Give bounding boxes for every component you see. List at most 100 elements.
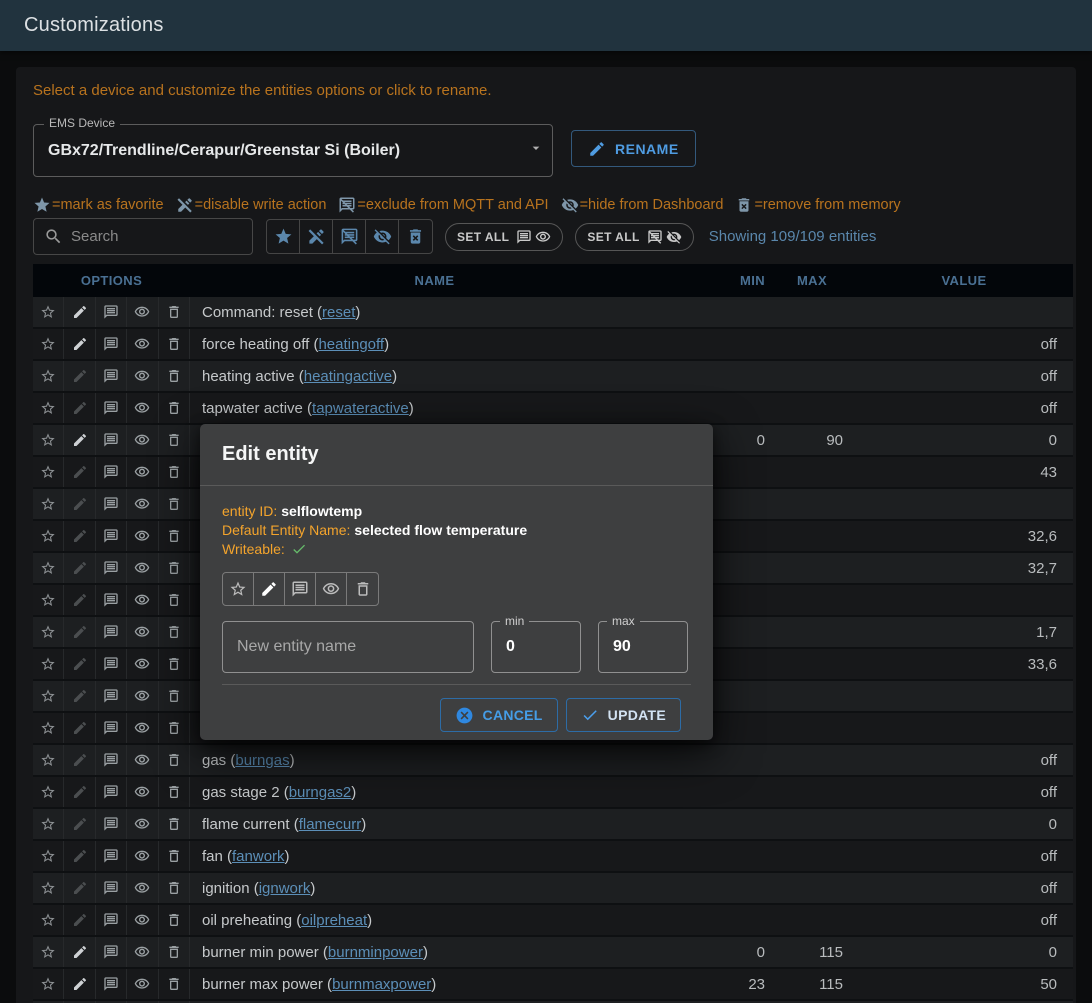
row-favorite-button[interactable] (33, 361, 64, 391)
table-row[interactable]: fan (fanwork)off (33, 841, 1073, 873)
row-delete-button[interactable] (159, 841, 190, 871)
row-visibility-button[interactable] (127, 649, 158, 679)
row-edit-button[interactable] (64, 297, 95, 327)
table-row[interactable]: gas (burngas)off (33, 745, 1073, 777)
row-visibility-button[interactable] (127, 457, 158, 487)
row-delete-button[interactable] (159, 425, 190, 455)
table-row[interactable]: oil preheating (oilpreheat)off (33, 905, 1073, 937)
row-visibility-button[interactable] (127, 713, 158, 743)
row-visibility-button[interactable] (127, 745, 158, 775)
row-edit-button[interactable] (64, 777, 95, 807)
row-delete-button[interactable] (159, 681, 190, 711)
entity-id-link[interactable]: fanwork (232, 848, 285, 865)
row-favorite-button[interactable] (33, 457, 64, 487)
row-edit-button[interactable] (64, 521, 95, 551)
row-mqtt-exclude-button[interactable] (96, 809, 127, 839)
row-visibility-button[interactable] (127, 585, 158, 615)
row-edit-button[interactable] (64, 361, 95, 391)
row-edit-button[interactable] (64, 489, 95, 519)
row-edit-button[interactable] (64, 873, 95, 903)
table-row[interactable]: burner max power (burnmaxpower)2311550 (33, 969, 1073, 1001)
row-mqtt-exclude-button[interactable] (96, 969, 127, 999)
row-mqtt-exclude-button[interactable] (96, 329, 127, 359)
table-row[interactable]: ignition (ignwork)off (33, 873, 1073, 905)
row-mqtt-exclude-button[interactable] (96, 457, 127, 487)
row-mqtt-exclude-button[interactable] (96, 841, 127, 871)
row-favorite-button[interactable] (33, 905, 64, 935)
row-mqtt-exclude-button[interactable] (96, 361, 127, 391)
row-mqtt-exclude-button[interactable] (96, 617, 127, 647)
entity-id-link[interactable]: burnminpower (328, 944, 423, 961)
row-mqtt-exclude-button[interactable] (96, 585, 127, 615)
row-favorite-button[interactable] (33, 297, 64, 327)
row-visibility-button[interactable] (127, 393, 158, 423)
table-row[interactable]: force heating off (heatingoff)off (33, 329, 1073, 361)
row-visibility-button[interactable] (127, 969, 158, 999)
ems-device-select[interactable]: EMS Device GBx72/Trendline/Cerapur/Green… (33, 124, 553, 177)
table-row[interactable]: gas stage 2 (burngas2)off (33, 777, 1073, 809)
dialog-option-comment-button[interactable] (285, 573, 316, 605)
row-edit-button[interactable] (64, 585, 95, 615)
row-edit-button[interactable] (64, 713, 95, 743)
row-edit-button[interactable] (64, 809, 95, 839)
row-edit-button[interactable] (64, 393, 95, 423)
row-mqtt-exclude-button[interactable] (96, 713, 127, 743)
row-favorite-button[interactable] (33, 969, 64, 999)
row-favorite-button[interactable] (33, 745, 64, 775)
row-favorite-button[interactable] (33, 425, 64, 455)
row-visibility-button[interactable] (127, 521, 158, 551)
row-mqtt-exclude-button[interactable] (96, 681, 127, 711)
row-mqtt-exclude-button[interactable] (96, 553, 127, 583)
entity-id-link[interactable]: ignwork (259, 880, 311, 897)
dialog-option-star-border-button[interactable] (223, 573, 254, 605)
row-favorite-button[interactable] (33, 393, 64, 423)
row-visibility-button[interactable] (127, 425, 158, 455)
row-mqtt-exclude-button[interactable] (96, 297, 127, 327)
entity-id-link[interactable]: heatingactive (304, 368, 392, 385)
row-delete-button[interactable] (159, 297, 190, 327)
row-visibility-button[interactable] (127, 937, 158, 967)
row-delete-button[interactable] (159, 873, 190, 903)
row-visibility-button[interactable] (127, 329, 158, 359)
row-delete-button[interactable] (159, 521, 190, 551)
row-favorite-button[interactable] (33, 617, 64, 647)
row-visibility-button[interactable] (127, 489, 158, 519)
row-mqtt-exclude-button[interactable] (96, 873, 127, 903)
row-visibility-button[interactable] (127, 809, 158, 839)
entity-id-link[interactable]: burnmaxpower (332, 976, 431, 993)
row-delete-button[interactable] (159, 905, 190, 935)
row-favorite-button[interactable] (33, 841, 64, 871)
row-delete-button[interactable] (159, 393, 190, 423)
entity-id-link[interactable]: flamecurr (299, 816, 362, 833)
row-edit-button[interactable] (64, 329, 95, 359)
row-delete-button[interactable] (159, 553, 190, 583)
dialog-option-edit-button[interactable] (254, 573, 285, 605)
table-row[interactable]: heating active (heatingactive)off (33, 361, 1073, 393)
row-delete-button[interactable] (159, 937, 190, 967)
row-favorite-button[interactable] (33, 553, 64, 583)
row-favorite-button[interactable] (33, 713, 64, 743)
row-delete-button[interactable] (159, 585, 190, 615)
filter-edit-off-button[interactable] (300, 220, 333, 253)
search-field[interactable] (33, 218, 253, 255)
table-row[interactable]: Command: reset (reset) (33, 297, 1073, 329)
dialog-option-visibility-button[interactable] (316, 573, 347, 605)
entity-id-link[interactable]: heatingoff (318, 336, 384, 353)
row-mqtt-exclude-button[interactable] (96, 489, 127, 519)
dialog-option-delete-outline-button[interactable] (347, 573, 378, 605)
entity-id-link[interactable]: burngas (235, 752, 289, 769)
filter-comments-disabled-button[interactable] (333, 220, 366, 253)
row-edit-button[interactable] (64, 745, 95, 775)
table-row[interactable]: burner min power (burnminpower)01150 (33, 937, 1073, 969)
row-mqtt-exclude-button[interactable] (96, 393, 127, 423)
rename-button[interactable]: RENAME (571, 130, 696, 167)
entity-id-link[interactable]: tapwateractive (312, 400, 409, 417)
max-input[interactable] (599, 638, 687, 656)
filter-delete-forever-button[interactable] (399, 220, 432, 253)
table-row[interactable]: flame current (flamecurr)0 (33, 809, 1073, 841)
row-delete-button[interactable] (159, 649, 190, 679)
row-favorite-button[interactable] (33, 809, 64, 839)
row-visibility-button[interactable] (127, 297, 158, 327)
row-edit-button[interactable] (64, 905, 95, 935)
row-edit-button[interactable] (64, 617, 95, 647)
